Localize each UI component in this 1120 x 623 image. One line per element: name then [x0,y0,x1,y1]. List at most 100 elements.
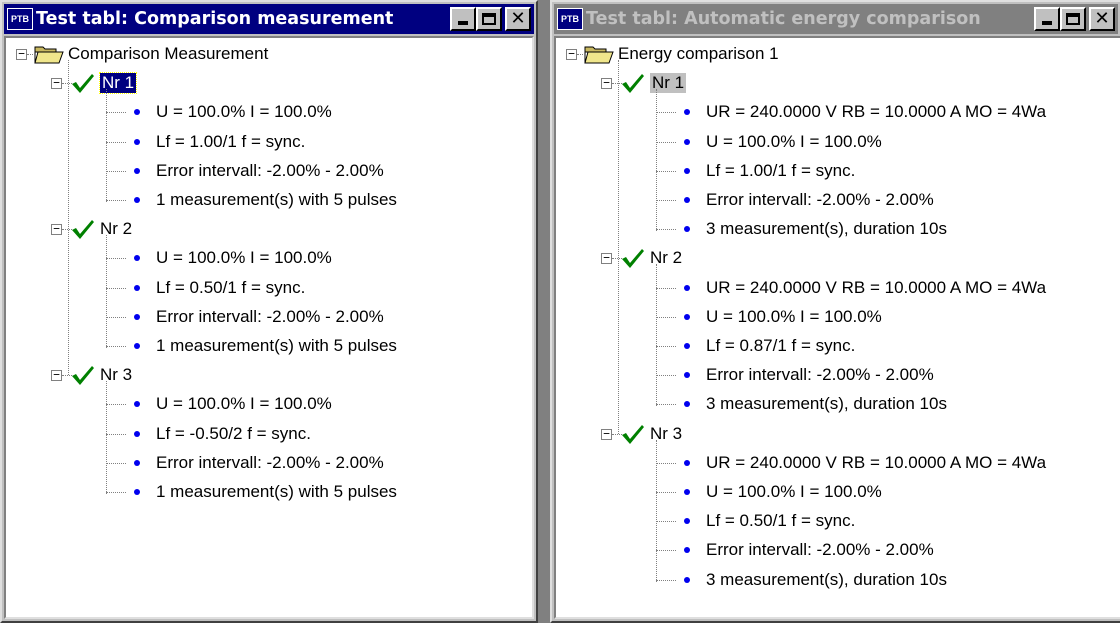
blue-dot-icon [134,401,140,408]
energy-comparison-window[interactable]: PTB Test tabl: Automatic energy comparis… [550,0,1120,623]
tree-item-label[interactable]: UR = 240.0000 V RB = 10.0000 A MO = 4Wa [706,102,1046,122]
tree-root-label[interactable]: Energy comparison 1 [618,44,779,64]
comparison-tree: − Comparison Measurement − Nr 1U = 100.0% I… [6,38,532,617]
tree-collapse-icon[interactable]: − [51,369,62,382]
blue-dot-icon [134,197,140,203]
minimize-button[interactable] [1034,7,1060,31]
tree-connector [656,521,676,523]
tree-item-label[interactable]: Lf = 0.87/1 f = sync. [706,336,855,356]
title-bar[interactable]: PTB Test tabl: Automatic energy comparis… [554,4,1118,34]
maximize-button[interactable] [476,7,502,31]
tree-root-label[interactable]: Comparison Measurement [68,44,268,64]
maximize-icon [1066,13,1080,25]
blue-dot-icon [134,284,140,291]
tree-item-label[interactable]: UR = 240.0000 V RB = 10.0000 A MO = 4Wa [706,453,1046,473]
blue-dot-icon [684,197,690,203]
tree-connector [656,89,657,232]
blue-dot-icon [134,489,140,495]
tree-view[interactable]: − Energy comparison 1− Nr 1 UR = 240.0000 V… [554,36,1120,619]
tree-item-label[interactable]: 3 measurement(s), duration 10s [706,570,947,590]
minimize-icon [458,21,468,25]
minimize-button[interactable] [450,7,476,31]
minimize-icon [1042,21,1052,25]
tree-connector [656,346,676,347]
blue-dot-icon [684,167,690,174]
tree-connector [106,381,107,494]
close-button[interactable]: ✕ [1089,7,1115,31]
tree-group-label[interactable]: Nr 2 [650,248,682,268]
tree-item-label[interactable]: U = 100.0% I = 100.0% [706,307,882,327]
blue-dot-icon [684,576,690,583]
blue-dot-icon [684,459,690,466]
tree-connector [656,404,676,406]
tree-collapse-icon[interactable]: − [601,77,612,90]
blue-dot-icon [684,518,690,525]
tree-item-label[interactable]: U = 100.0% I = 100.0% [156,102,332,122]
tree-item-label[interactable]: Error intervall: -2.00% - 2.00% [706,190,934,210]
tree-connector [656,170,676,172]
tree-item-label[interactable]: 3 measurement(s), duration 10s [706,219,947,239]
tree-item-label[interactable]: U = 100.0% I = 100.0% [156,248,332,268]
tree-item-label[interactable]: 1 measurement(s) with 5 pulses [156,482,397,502]
tree-item-label[interactable]: Error intervall: -2.00% - 2.00% [706,540,934,560]
tree-collapse-icon[interactable]: − [566,48,577,60]
tree-item-label[interactable]: U = 100.0% I = 100.0% [706,482,882,502]
tree-connector [656,200,676,201]
tree-connector [106,200,126,201]
tree-connector [656,141,676,143]
tree-item-label[interactable]: U = 100.0% I = 100.0% [706,132,882,152]
tree-item-label[interactable]: Lf = -0.50/2 f = sync. [156,424,311,444]
tree-item-label[interactable]: Lf = 0.50/1 f = sync. [706,511,855,531]
tree-item-label[interactable]: Error intervall: -2.00% - 2.00% [706,365,934,385]
tree-connector [656,550,676,552]
tree-item-label[interactable]: Lf = 1.00/1 f = sync. [706,161,855,181]
energy-comparison-tree: − Energy comparison 1− Nr 1 UR = 240.0000 V… [556,38,1120,617]
tree-item-label[interactable]: 3 measurement(s), duration 10s [706,394,947,414]
tree-collapse-icon[interactable]: − [51,77,62,90]
blue-dot-icon [134,255,140,262]
tree-connector [106,404,126,406]
window-divider [538,0,550,623]
blue-dot-icon [684,138,690,145]
tree-item-label[interactable]: UR = 240.0000 V RB = 10.0000 A MO = 4Wa [706,278,1046,298]
tree-connector [106,433,126,435]
tree-connector [656,287,676,289]
tree-item-label[interactable]: Lf = 1.00/1 f = sync. [156,132,305,152]
close-button[interactable]: ✕ [505,7,531,31]
tree-connector [106,462,126,464]
tree-item-label[interactable]: Error intervall: -2.00% - 2.00% [156,307,384,327]
tree-collapse-icon[interactable]: − [601,252,612,265]
tree-item-label[interactable]: 1 measurement(s) with 5 pulses [156,336,397,356]
title-bar[interactable]: PTB Test tabl: Comparison measurement ✕ [4,4,534,34]
maximize-button[interactable] [1060,7,1086,31]
comparison-measurement-window[interactable]: PTB Test tabl: Comparison measurement ✕ … [0,0,538,623]
tree-connector [106,346,126,347]
blue-dot-icon [684,313,690,320]
ptb-app-icon[interactable]: PTB [557,8,583,30]
tree-collapse-icon[interactable]: − [51,223,62,236]
blue-dot-icon [134,343,140,349]
tree-item-label[interactable]: Error intervall: -2.00% - 2.00% [156,161,384,181]
tree-item-label[interactable]: U = 100.0% I = 100.0% [156,394,332,414]
tree-connector [656,579,676,581]
tree-connector [656,492,676,493]
blue-dot-icon [684,109,690,116]
tree-item-label[interactable]: 1 measurement(s) with 5 pulses [156,190,397,210]
tree-connector [106,492,126,493]
tree-item-label[interactable]: Error intervall: -2.00% - 2.00% [156,453,384,473]
tree-view[interactable]: − Comparison Measurement − Nr 1U = 100.0% I… [4,36,534,619]
blue-dot-icon [134,313,140,320]
window-title: Test tabl: Comparison measurement [36,9,394,29]
tree-item-label[interactable]: Lf = 0.50/1 f = sync. [156,278,305,298]
tree-collapse-icon[interactable]: − [601,428,612,440]
green-checkmark-icon [620,246,646,270]
blue-dot-icon [684,284,690,291]
tree-group-label[interactable]: Nr 3 [100,365,132,385]
ptb-app-icon[interactable]: PTB [7,8,33,30]
tree-collapse-icon[interactable]: − [16,48,27,60]
tree-group-label[interactable]: Nr 3 [650,424,682,444]
tree-group-label[interactable]: Nr 2 [100,219,132,239]
blue-dot-icon [684,343,690,349]
close-icon: ✕ [1094,8,1110,29]
green-checkmark-icon [70,71,96,95]
